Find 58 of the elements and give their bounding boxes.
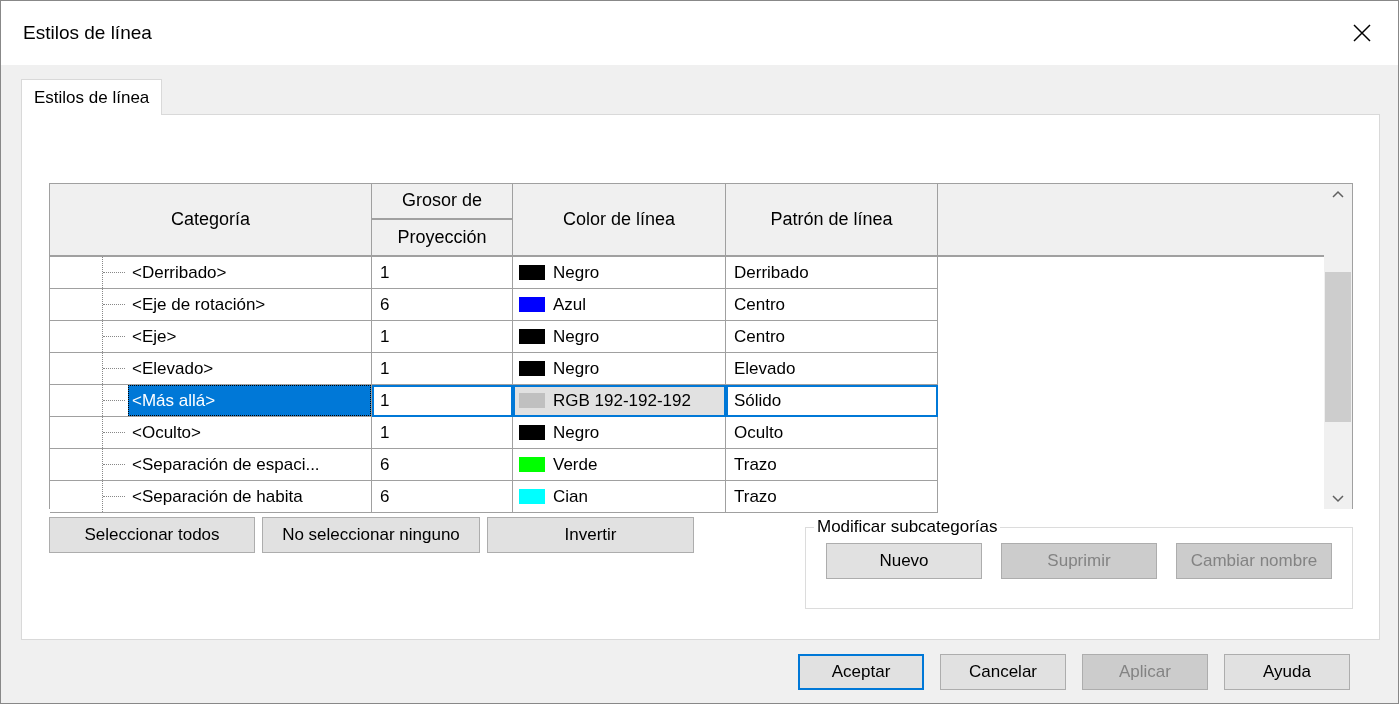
selection-button[interactable]: No seleccionar ninguno [262, 517, 480, 553]
column-header: Proyección [396, 225, 488, 249]
color-name: Negro [553, 262, 600, 283]
category-cell[interactable]: <Separación de espaci... [128, 449, 371, 480]
selection-button[interactable]: Invertir [487, 517, 694, 553]
color-cell[interactable]: Cian [513, 481, 726, 513]
close-icon [1353, 24, 1371, 42]
color-cell[interactable]: Negro [513, 321, 726, 353]
category-cell[interactable]: <Derribado> [128, 257, 371, 288]
color-name: Cian [553, 486, 588, 507]
table-cell[interactable]: Sólido [726, 385, 938, 417]
color-cell[interactable]: Negro [513, 257, 726, 289]
subcategory-button[interactable]: Nuevo [826, 543, 982, 579]
color-cell[interactable]: Verde [513, 449, 726, 481]
category-cell[interactable]: <Elevado> [128, 353, 371, 384]
tab[interactable]: Estilos de línea [21, 79, 163, 115]
color-name: RGB 192-192-192 [553, 390, 691, 411]
column-header: Color de línea [513, 184, 726, 257]
dialog-button[interactable]: Aceptar [798, 653, 924, 690]
table-cell[interactable]: 1 [372, 257, 513, 289]
color-cell[interactable]: Azul [513, 289, 726, 321]
table-cell[interactable]: 6 [372, 481, 513, 513]
column-header: Categoría [50, 184, 372, 257]
scroll-down-icon[interactable] [1332, 495, 1344, 503]
category-cell[interactable]: <Más allá> [128, 385, 371, 416]
table-cell[interactable]: 1 [372, 321, 513, 353]
selection-button[interactable]: Seleccionar todos [49, 517, 255, 553]
table-cell[interactable]: Centro [726, 321, 938, 353]
category-cell[interactable]: <Eje> [128, 321, 371, 352]
table-cell[interactable]: 1 [372, 353, 513, 385]
category-cell[interactable]: <Separación de habita [128, 481, 371, 512]
table-cell[interactable]: Trazo [726, 481, 938, 513]
table-cell[interactable]: Trazo [726, 449, 938, 481]
table-cell[interactable]: Oculto [726, 417, 938, 449]
dialog-button[interactable]: Ayuda [1224, 653, 1350, 690]
column-header: Patrón de línea [726, 184, 938, 257]
color-name: Azul [553, 294, 587, 315]
group-title: Modificar subcategorías [816, 517, 999, 537]
table-cell[interactable]: 6 [372, 289, 513, 321]
color-cell[interactable]: RGB 192-192-192 [513, 385, 726, 417]
category-cell[interactable]: <Oculto> [128, 417, 371, 448]
table-cell[interactable]: 6 [372, 449, 513, 481]
color-name: Negro [553, 358, 600, 379]
table-cell[interactable]: Elevado [726, 353, 938, 385]
color-name: Verde [553, 454, 598, 475]
scroll-up-icon[interactable] [1332, 190, 1344, 198]
vertical-scrollbar[interactable] [1324, 184, 1352, 509]
window-title: Estilos de línea [23, 22, 152, 44]
category-cell[interactable]: <Eje de rotación> [128, 289, 371, 320]
scrollbar-thumb[interactable] [1325, 271, 1351, 422]
table-cell[interactable]: Derribado [726, 257, 938, 289]
color-name: Negro [553, 422, 600, 443]
dialog-button[interactable]: Cancelar [940, 653, 1066, 690]
color-cell[interactable]: Negro [513, 417, 726, 449]
color-name: Negro [553, 326, 600, 347]
table-cell[interactable]: 1 [372, 417, 513, 449]
table-cell[interactable]: 1 [372, 385, 513, 417]
table-cell[interactable]: Centro [726, 289, 938, 321]
